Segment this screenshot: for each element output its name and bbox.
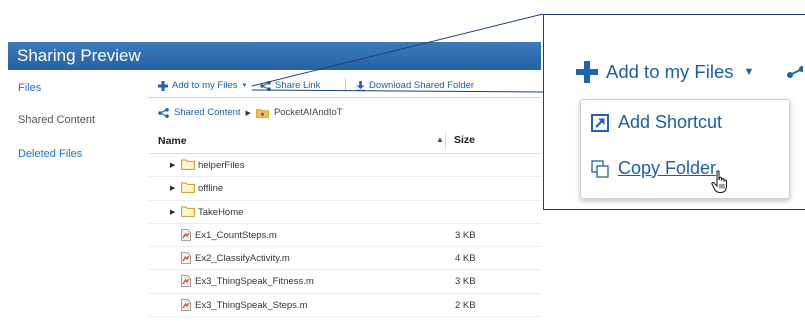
share-icon [260,80,271,91]
row-name: Ex3_ThingSpeak_Fitness.m [195,276,314,288]
copy-folder-menu-item[interactable]: Copy Folder [591,158,716,179]
share-link-label: Share Link [275,80,321,91]
toolbar: Add to my Files ▼ Share Link Download Sh… [148,72,541,98]
row-name: Ex2_ClassifyActivity.m [195,253,290,265]
zoom-callout-content: Add to my Files ▼ Add Shortcut Copy Fold… [544,15,805,209]
expand-arrow-icon[interactable]: ▶ [170,184,175,192]
column-divider [445,132,446,150]
row-size: 3 KB [455,276,476,288]
matlab-file-icon [181,228,191,241]
row-name: TakeHome [198,206,244,218]
sidebar: Files Shared Content Deleted Files [8,70,148,326]
table-header: Name ▲ Size [148,128,541,154]
matlab-file-icon [181,252,191,265]
zoomed-add-to-my-files-button[interactable]: Add to my Files ▼ [576,61,754,83]
download-shared-folder-button[interactable]: Download Shared Folder [356,80,474,91]
column-header-name[interactable]: Name [158,135,187,147]
hand-cursor-icon [711,170,727,193]
download-shared-folder-label: Download Shared Folder [369,80,475,91]
share-icon [787,66,803,78]
breadcrumb: Shared Content ▶ PocketAIAndIoT [158,107,343,118]
add-shortcut-label: Add Shortcut [618,112,723,132]
chevron-down-icon: ▼ [241,82,248,89]
table-row[interactable]: ▶ helperFiles [148,154,541,178]
share-icon [158,107,169,118]
breadcrumb-current: PocketAIAndIoT [273,107,343,118]
expand-arrow-icon[interactable]: ▶ [170,161,175,169]
row-name: Ex3_ThingSpeak_Steps.m [195,299,308,311]
breadcrumb-root[interactable]: Shared Content [174,107,241,118]
table-row[interactable]: ▶ offline [148,177,541,201]
row-name: Ex1_CountSteps.m [195,229,277,241]
sidebar-item-files[interactable]: Files [18,82,41,94]
plus-icon [158,80,168,91]
table-row[interactable]: ▶ TakeHome [148,201,541,224]
matlab-file-icon [181,275,191,288]
toolbar-divider [345,78,346,91]
add-to-my-files-label: Add to my Files [172,80,238,91]
row-name: offline [198,183,224,195]
matlab-file-icon [181,298,191,311]
window-title: Sharing Preview [17,46,141,65]
zoomed-add-label: Add to my Files [606,61,734,82]
row-size: 4 KB [455,253,476,265]
row-size: 2 KB [455,299,476,311]
folder-icon [181,206,195,217]
folder-icon [181,182,195,194]
column-header-size[interactable]: Size [454,134,475,146]
sidebar-item-deleted-files[interactable]: Deleted Files [18,148,82,160]
sidebar-item-shared-content[interactable]: Shared Content [18,114,95,126]
table-row[interactable]: Ex2_ClassifyActivity.m 4 KB [148,247,541,271]
add-shortcut-menu-item[interactable]: Add Shortcut [591,112,722,133]
add-to-files-dropdown-menu: Add Shortcut Copy Folder [580,99,790,199]
chevron-right-icon: ▶ [245,109,251,117]
folder-icon [181,159,195,170]
plus-icon [576,61,598,83]
shortcut-arrow-icon [591,113,609,132]
file-table: Name ▲ Size ▶ helperFiles ▶ offline ▶ Ta… [148,128,541,318]
table-row[interactable]: Ex1_CountSteps.m 3 KB [148,224,541,248]
row-size: 3 KB [455,229,476,241]
sort-ascending-icon[interactable]: ▲ [436,135,444,144]
table-row[interactable]: Ex3_ThingSpeak_Fitness.m 3 KB [148,270,541,294]
copy-folder-label: Copy Folder [618,158,717,178]
copy-icon [591,159,609,178]
add-to-my-files-button[interactable]: Add to my Files ▼ [158,80,247,91]
table-row[interactable]: Ex3_ThingSpeak_Steps.m 2 KB [148,294,541,318]
download-icon [356,80,365,91]
share-link-button[interactable]: Share Link [260,80,320,91]
zoom-callout: Add to my Files ▼ Add Shortcut Copy Fold… [543,14,805,210]
row-name: helperFiles [198,160,245,171]
chevron-down-icon: ▼ [743,66,755,78]
window-title-bar: Sharing Preview [8,42,541,70]
expand-arrow-icon[interactable]: ▶ [170,208,175,216]
shared-folder-icon [256,108,269,118]
